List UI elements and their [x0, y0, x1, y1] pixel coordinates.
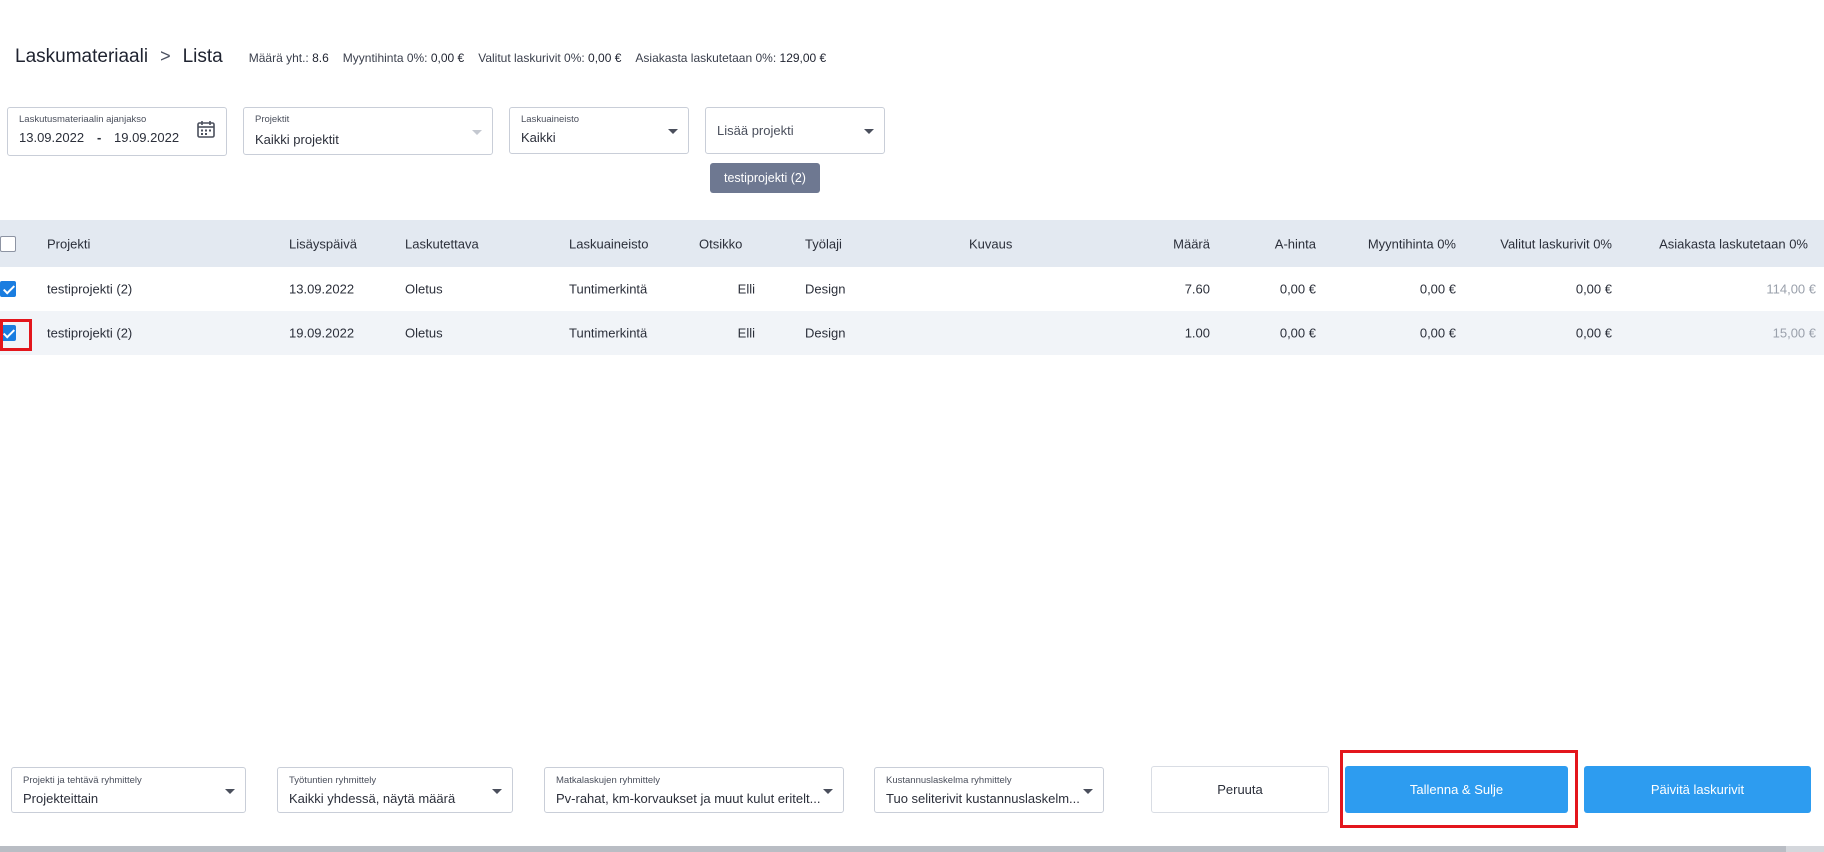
grouping-label: Matkalaskujen ryhmittely: [556, 775, 661, 786]
chevron-down-icon: [1083, 789, 1093, 794]
cell-worktype: Design: [805, 281, 846, 297]
chevron-down-icon: [472, 130, 482, 135]
table-header: Projekti Lisäyspäivä Laskutettava Laskua…: [0, 220, 1824, 267]
cell-title: Elli: [737, 325, 755, 341]
column-header[interactable]: Myyntihinta 0%: [1368, 236, 1456, 251]
period-start-input[interactable]: 13.09.2022: [19, 130, 84, 145]
checkbox-highlight: [0, 319, 32, 351]
period-field[interactable]: Laskutusmateriaalin ajanjakso 13.09.2022…: [7, 107, 227, 156]
projects-value: Kaikki projektit: [255, 132, 339, 147]
cell-sales-price: 0,00 €: [1419, 325, 1456, 341]
cell-billable: Oletus: [405, 281, 443, 297]
column-header[interactable]: Laskuaineisto: [569, 236, 649, 251]
chevron-down-icon: [492, 789, 502, 794]
column-header[interactable]: Määrä: [1173, 236, 1210, 251]
cell-project: testiprojekti (2): [47, 281, 133, 297]
table-row[interactable]: testiprojekti (2) 19.09.2022 Oletus Tunt…: [0, 311, 1824, 355]
invoice-material-page: Laskumateriaali > Lista Määrä yht.: 8.6 …: [0, 0, 1824, 852]
cell-unit-price: 0,00 €: [1279, 325, 1316, 341]
breadcrumb-item-list: Lista: [182, 46, 223, 67]
grouping-value: Pv-rahat, km-korvaukset ja muut kulut er…: [556, 791, 821, 806]
chevron-down-icon: [864, 129, 874, 134]
chevron-down-icon: [823, 789, 833, 794]
cell-customer-billed: 15,00 €: [1772, 325, 1816, 341]
chevron-right-icon: >: [160, 46, 171, 66]
column-header[interactable]: Työlaji: [805, 236, 842, 251]
cell-amount: 1.00: [1184, 325, 1210, 341]
stat-amount-total: Määrä yht.: 8.6: [248, 51, 329, 65]
column-header[interactable]: Otsikko: [699, 236, 742, 251]
breadcrumb-item-invoice-material[interactable]: Laskumateriaali: [15, 46, 148, 68]
cell-selected-rows: 0,00 €: [1575, 325, 1612, 341]
projects-label: Projektit: [255, 114, 290, 125]
column-header[interactable]: Kuvaus: [969, 236, 1012, 251]
cell-selected-rows: 0,00 €: [1575, 281, 1612, 297]
save-button-highlight: [1340, 750, 1578, 828]
period-label: Laskutusmateriaalin ajanjakso: [19, 114, 147, 125]
period-end-input[interactable]: 19.09.2022: [114, 130, 179, 145]
cell-amount: 7.60: [1184, 281, 1210, 297]
grouping-value: Projekteittain: [23, 791, 99, 806]
cell-material: Tuntimerkintä: [569, 281, 648, 297]
cell-project: testiprojekti (2): [47, 325, 133, 341]
projects-select[interactable]: Projektit Kaikki projektit: [243, 107, 493, 155]
cost-calculation-grouping-select[interactable]: Kustannuslaskelma ryhmittely Tuo seliter…: [874, 767, 1104, 813]
selected-project-chip[interactable]: testiprojekti (2): [710, 163, 820, 193]
grouping-value: Tuo seliterivit kustannuslaskelm...: [886, 791, 1080, 806]
column-header[interactable]: Laskutettava: [405, 236, 479, 251]
cancel-button[interactable]: Peruuta: [1151, 766, 1329, 813]
grouping-label: Projekti ja tehtävä ryhmittely: [23, 775, 142, 786]
column-header[interactable]: Asiakasta laskutetaan 0%: [1659, 236, 1808, 251]
stat-customer-billed: Asiakasta laskutetaan 0%: 129,00 €: [635, 51, 827, 65]
chevron-down-icon: [225, 789, 235, 794]
summary-stats: Määrä yht.: 8.6 Myyntihinta 0%: 0,00 € V…: [249, 51, 841, 65]
page-header: Laskumateriaali > Lista Määrä yht.: 8.6 …: [15, 46, 840, 68]
horizontal-scrollbar-thumb[interactable]: [0, 846, 1786, 852]
row-checkbox[interactable]: [0, 281, 16, 297]
cell-customer-billed: 114,00 €: [1766, 281, 1816, 297]
grouping-label: Työtuntien ryhmittely: [289, 775, 377, 786]
column-header[interactable]: A-hinta: [1275, 236, 1316, 251]
cell-date: 19.09.2022: [289, 325, 355, 341]
calendar-icon[interactable]: [196, 119, 216, 139]
chevron-down-icon: [668, 129, 678, 134]
invoice-material-select[interactable]: Laskuaineisto Kaikki: [509, 107, 689, 154]
invoice-material-value: Kaikki: [521, 130, 556, 145]
column-header[interactable]: Lisäyspäivä: [289, 236, 357, 251]
travel-expense-grouping-select[interactable]: Matkalaskujen ryhmittely Pv-rahat, km-ko…: [544, 767, 844, 813]
update-invoice-rows-button[interactable]: Päivitä laskurivit: [1584, 766, 1811, 813]
select-all-checkbox[interactable]: [0, 235, 16, 252]
grouping-label: Kustannuslaskelma ryhmittely: [886, 775, 1012, 786]
work-hours-grouping-select[interactable]: Työtuntien ryhmittely Kaikki yhdessä, nä…: [277, 767, 513, 813]
column-header[interactable]: Valitut laskurivit 0%: [1500, 236, 1612, 251]
add-project-select[interactable]: Lisää projekti: [705, 107, 885, 154]
add-project-placeholder: Lisää projekti: [717, 123, 794, 138]
cell-material: Tuntimerkintä: [569, 325, 648, 341]
cell-sales-price: 0,00 €: [1419, 281, 1456, 297]
stat-sales-price: Myyntihinta 0%: 0,00 €: [342, 51, 465, 65]
invoice-material-label: Laskuaineisto: [521, 114, 580, 125]
cell-billable: Oletus: [405, 325, 443, 341]
cell-date: 13.09.2022: [289, 281, 355, 297]
project-task-grouping-select[interactable]: Projekti ja tehtävä ryhmittely Projektei…: [11, 767, 246, 813]
cell-title: Elli: [737, 281, 755, 297]
grouping-value: Kaikki yhdessä, näytä määrä: [289, 791, 456, 806]
table-row[interactable]: testiprojekti (2) 13.09.2022 Oletus Tunt…: [0, 267, 1824, 311]
column-header[interactable]: Projekti: [47, 236, 90, 251]
period-separator: -: [97, 130, 102, 145]
stat-selected-rows: Valitut laskurivit 0%: 0,00 €: [478, 51, 622, 65]
cell-worktype: Design: [805, 325, 846, 341]
cell-unit-price: 0,00 €: [1279, 281, 1316, 297]
